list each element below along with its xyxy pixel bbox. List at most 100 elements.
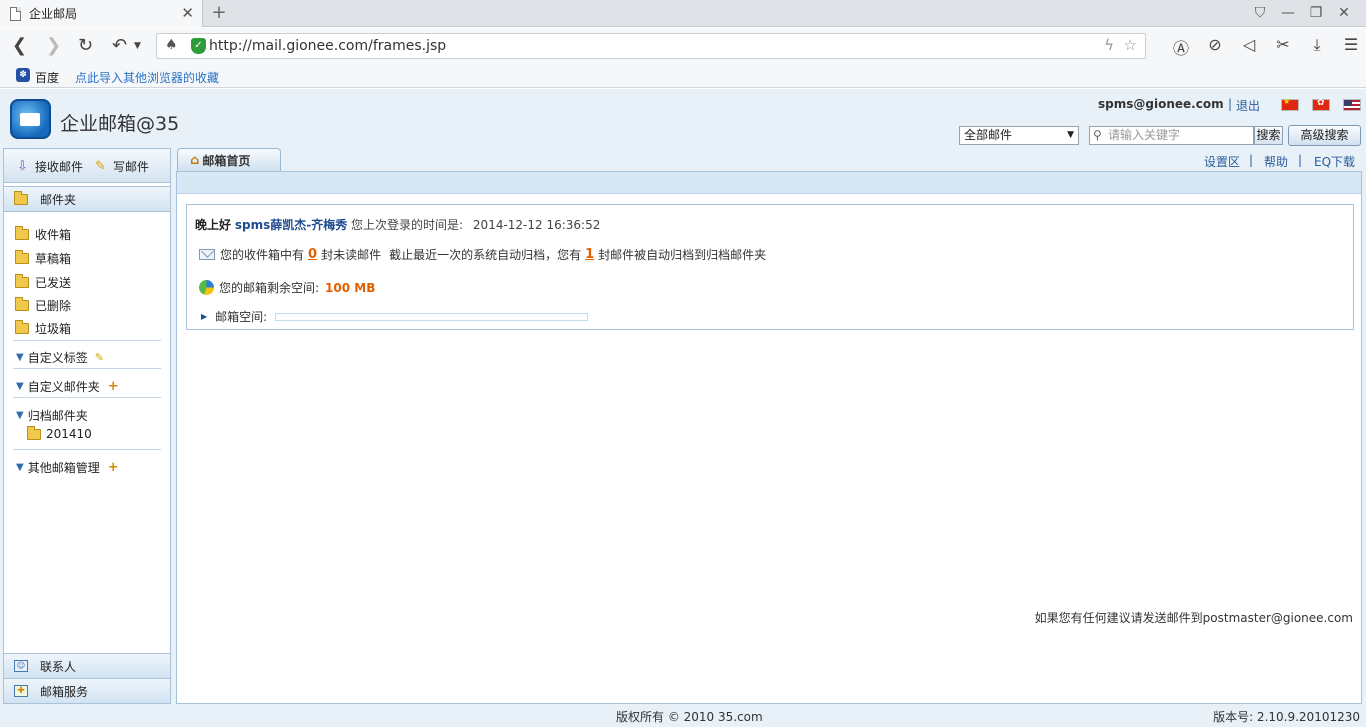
back-icon[interactable]: ❮ <box>12 35 27 57</box>
flag-cn-icon[interactable] <box>1281 97 1299 111</box>
sidebar-item-label: 垃圾箱 <box>35 322 72 336</box>
sidebar-item-deleted[interactable]: 已删除 <box>13 297 71 314</box>
bookmark-baidu[interactable]: 百度 <box>35 69 59 86</box>
triangle-down-icon: ▼ <box>16 352 24 363</box>
archive-folders-group[interactable]: ▼ 归档邮件夹 <box>16 407 88 424</box>
settings-link[interactable]: 设置区 <box>1204 153 1240 170</box>
divider <box>13 340 161 341</box>
star-icon[interactable]: ☆ <box>1124 36 1137 54</box>
restore-icon[interactable]: ❐ <box>1302 3 1330 23</box>
greeting-line: 晚上好 spms薛凯杰-齐梅秀 您上次登录的时间是: 2014-12-12 16… <box>195 216 600 233</box>
tag-icon[interactable]: ✎ <box>95 351 104 364</box>
sidebar-item-label: 已删除 <box>35 299 72 313</box>
mail-scope-select[interactable]: 全部邮件 ▼ <box>959 126 1079 145</box>
quota-label: 邮箱空间: <box>215 310 268 324</box>
download-icon[interactable]: ⤓ <box>1300 35 1334 59</box>
sent-folder-icon <box>15 274 29 288</box>
search-icon: ⚲ <box>1093 128 1102 142</box>
add-folder-icon[interactable]: + <box>108 379 119 394</box>
custom-folders-label: 自定义邮件夹 <box>27 380 100 394</box>
quota-progress-bar <box>275 312 589 321</box>
space-value: 100 MB <box>325 280 376 295</box>
folder-icon <box>14 190 28 205</box>
chevron-down-icon[interactable]: ▼ <box>134 35 141 57</box>
speaker-icon[interactable]: ◁ <box>1232 35 1266 59</box>
sidebar-item-sent[interactable]: 已发送 <box>13 274 71 291</box>
compass-icon[interactable]: ⊘ <box>1198 35 1232 59</box>
archive-count-link[interactable]: 1 <box>585 247 594 262</box>
lightning-icon[interactable]: ϟ <box>1104 36 1114 54</box>
user-email: spms@gionee.com <box>1098 97 1224 111</box>
reload-icon[interactable]: ↻ <box>78 35 93 57</box>
browser-tab[interactable]: 企业邮局 ✕ <box>0 0 203 27</box>
logout-link[interactable]: 退出 <box>1236 97 1260 114</box>
search-input[interactable]: ⚲ 请输入关键字 <box>1089 126 1254 145</box>
home-icon: ⌂ <box>190 152 200 168</box>
add-mailbox-icon[interactable]: + <box>108 460 119 475</box>
advanced-search-button[interactable]: 高级搜索 <box>1288 125 1361 146</box>
scissors-icon[interactable]: ✂ <box>1266 35 1300 59</box>
services-label: 邮箱服务 <box>40 684 89 699</box>
bookmark-import-link[interactable]: 点此导入其他浏览器的收藏 <box>75 69 219 86</box>
help-link[interactable]: 帮助 <box>1264 153 1288 170</box>
new-tab-button[interactable]: + <box>207 2 231 24</box>
sidebar-item-label: 草稿箱 <box>35 252 72 266</box>
window-controls: ⛉ — ❐ ✕ <box>1246 3 1358 23</box>
search-button[interactable]: 搜索 <box>1254 126 1283 145</box>
address-bar[interactable]: ♠ ✓ http://mail.gionee.com/frames.jsp ϟ … <box>156 33 1146 59</box>
flag-us-icon[interactable] <box>1343 99 1361 111</box>
archive-pre: 截止最近一次的系统自动归档，您有 <box>389 248 582 262</box>
triangle-down-icon: ▼ <box>16 462 24 473</box>
unread-count-link[interactable]: 0 <box>308 247 317 262</box>
sidebar-item-drafts[interactable]: 草稿箱 <box>13 250 71 267</box>
services-section-head[interactable]: ✚ 邮箱服务 <box>4 678 170 704</box>
minimize-icon[interactable]: — <box>1274 3 1302 23</box>
triangle-down-icon: ▼ <box>16 381 24 392</box>
archive-item-label: 201410 <box>46 427 92 441</box>
close-window-icon[interactable]: ✕ <box>1330 3 1358 23</box>
forward-icon[interactable]: ❯ <box>46 35 61 57</box>
sidebar-item-201410[interactable]: 201410 <box>27 425 92 441</box>
adblock-icon[interactable]: Ⓐ <box>1164 35 1198 59</box>
app-title: 企业邮箱@35 <box>60 113 180 135</box>
eq-download-link[interactable]: EQ下载 <box>1314 153 1355 170</box>
triangle-right-icon[interactable]: ▶ <box>201 312 207 321</box>
divider <box>13 368 161 369</box>
skin-icon[interactable]: ⛉ <box>1246 3 1274 23</box>
inbox-folder-icon <box>15 226 29 240</box>
receive-mail-label: 接收邮件 <box>35 160 84 174</box>
contacts-section-head[interactable]: ☺ 联系人 <box>4 653 170 679</box>
close-tab-icon[interactable]: ✕ <box>181 4 194 22</box>
copyright: 版权所有 © 2010 35.com <box>616 710 763 724</box>
other-mail-group[interactable]: ▼ 其他邮箱管理 + <box>16 459 119 476</box>
browser-nav-bar: ❮ ❯ ↻ ↶ ▼ ♠ ✓ http://mail.gionee.com/fra… <box>0 28 1366 65</box>
custom-folders-group[interactable]: ▼ 自定义邮件夹 + <box>16 378 119 395</box>
address-url[interactable]: http://mail.gionee.com/frames.jsp <box>209 38 446 54</box>
unread-post: 封未读邮件 <box>321 248 382 262</box>
mail-logo-icon <box>10 99 51 139</box>
address-actions: ϟ ☆ <box>1104 36 1137 54</box>
pencil-icon: ✎ <box>95 158 106 174</box>
sidebar-item-junk[interactable]: 垃圾箱 <box>13 320 71 337</box>
bookmarks-bar: ✽ 百度 点此导入其他浏览器的收藏 <box>0 65 1366 88</box>
folders-head-label: 邮件夹 <box>40 192 77 207</box>
receive-mail-button[interactable]: ⇩ 接收邮件 <box>14 158 83 175</box>
mail-page: 企业邮箱@35 spms@gionee.com | 退出 全部邮件 ▼ ⚲ 请输… <box>0 89 1366 727</box>
compose-button[interactable]: ✎ 写邮件 <box>92 158 149 175</box>
sidebar-item-inbox[interactable]: 收件箱 <box>13 226 71 243</box>
menu-icon[interactable]: ☰ <box>1334 35 1366 59</box>
separator: | <box>1249 153 1254 167</box>
suggestion-text: 如果您有任何建议请发送邮件到postmaster@gionee.com <box>1034 611 1353 625</box>
custom-tags-group[interactable]: ▼ 自定义标签 ✎ <box>16 349 104 366</box>
shield-check-icon[interactable]: ✓ <box>191 38 206 54</box>
language-flags <box>1281 97 1366 111</box>
tab-mail-home[interactable]: ⌂ 邮箱首页 <box>177 148 281 171</box>
document-icon <box>10 6 21 21</box>
undo-close-icon[interactable]: ↶ <box>112 35 127 57</box>
divider <box>13 449 161 450</box>
folders-section-head[interactable]: 邮件夹 <box>4 186 170 212</box>
quota-line[interactable]: ▶ 邮箱空间: <box>201 308 589 325</box>
main-content: 晚上好 spms薛凯杰-齐梅秀 您上次登录的时间是: 2014-12-12 16… <box>176 171 1362 704</box>
triangle-down-icon: ▼ <box>16 410 24 421</box>
flag-hk-icon[interactable] <box>1312 98 1330 111</box>
